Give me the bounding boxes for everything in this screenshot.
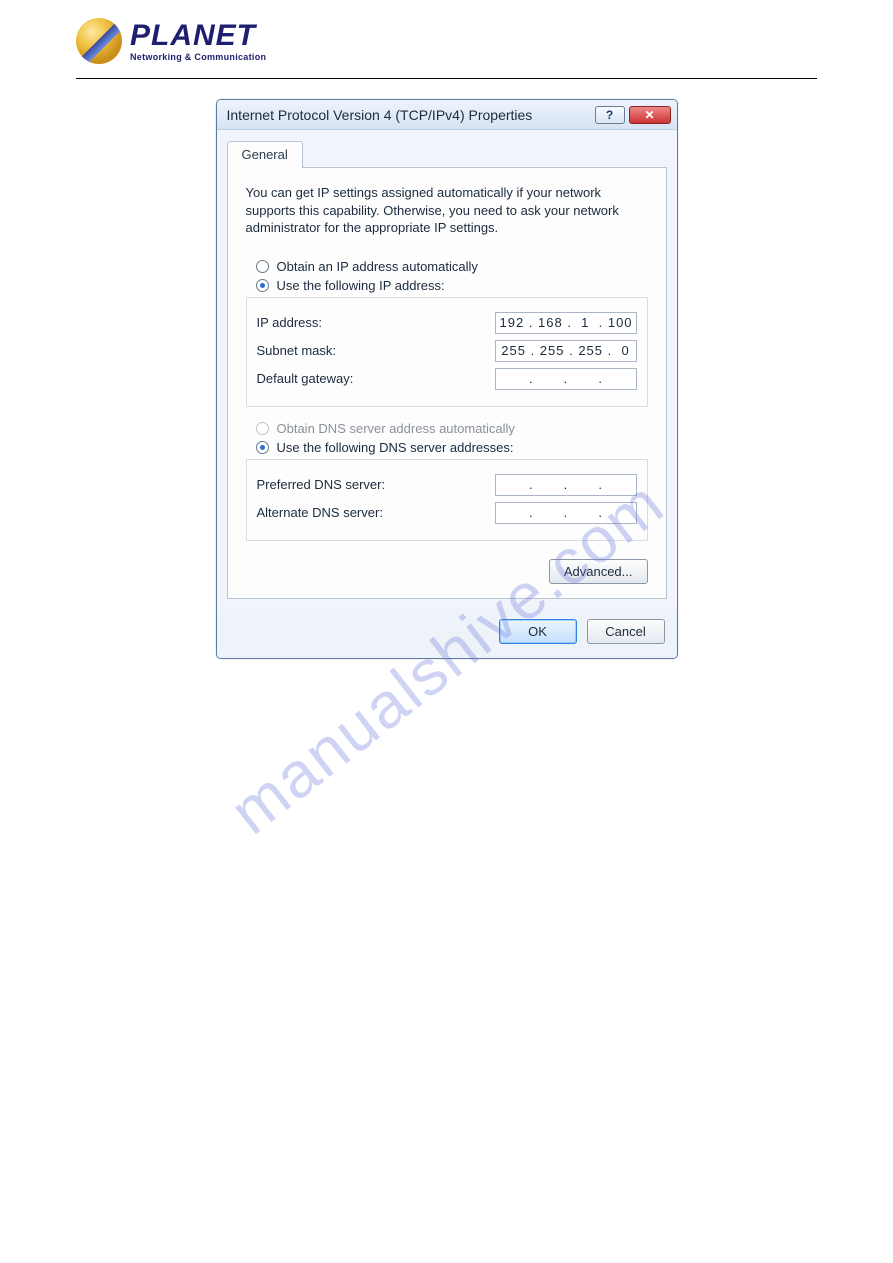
dialog-title: Internet Protocol Version 4 (TCP/IPv4) P… [227,107,591,123]
radio-obtain-dns-auto: Obtain DNS server address automatically [256,421,648,436]
alternate-dns-label: Alternate DNS server: [257,505,495,520]
ip-address-input[interactable] [495,312,637,334]
preferred-dns-input[interactable]: ... [495,474,637,496]
ip-address-label: IP address: [257,315,495,330]
radio-label: Use the following DNS server addresses: [277,440,514,455]
default-gateway-label: Default gateway: [257,371,495,386]
page-header: PLANET Networking & Communication [0,0,893,79]
title-bar: Internet Protocol Version 4 (TCP/IPv4) P… [217,100,677,130]
globe-icon [76,18,122,64]
ok-button[interactable]: OK [499,619,577,644]
tab-label: General [242,147,288,162]
advanced-button[interactable]: Advanced... [549,559,648,584]
radio-use-following-dns[interactable]: Use the following DNS server addresses: [256,440,648,455]
settings-description: You can get IP settings assigned automat… [246,184,648,237]
radio-use-following-ip[interactable]: Use the following IP address: [256,278,648,293]
close-button[interactable]: ✕ [629,106,671,124]
subnet-mask-label: Subnet mask: [257,343,495,358]
radio-label: Obtain DNS server address automatically [277,421,515,436]
help-icon: ? [606,108,613,122]
radio-icon [256,422,269,435]
button-label: Advanced... [564,564,633,579]
close-icon: ✕ [644,108,654,122]
tab-general[interactable]: General [227,141,303,168]
logo-tagline: Networking & Communication [130,53,266,62]
preferred-dns-label: Preferred DNS server: [257,477,495,492]
radio-label: Use the following IP address: [277,278,445,293]
radio-obtain-ip-auto[interactable]: Obtain an IP address automatically [256,259,648,274]
alternate-dns-input[interactable]: ... [495,502,637,524]
button-label: Cancel [605,624,645,639]
ip-address-group: IP address: Subnet mask: Default gateway… [246,297,648,407]
ipv4-properties-dialog: Internet Protocol Version 4 (TCP/IPv4) P… [216,99,678,659]
cancel-button[interactable]: Cancel [587,619,665,644]
tab-strip: General [227,140,667,168]
button-label: OK [528,624,547,639]
subnet-mask-input[interactable] [495,340,637,362]
dns-server-group: Preferred DNS server: ... Alternate DNS … [246,459,648,541]
help-button[interactable]: ? [595,106,625,124]
dialog-footer: OK Cancel [217,609,677,658]
header-divider [76,78,817,79]
radio-icon [256,260,269,273]
radio-label: Obtain an IP address automatically [277,259,478,274]
brand-logo: PLANET Networking & Communication [76,18,817,72]
logo-name: PLANET [130,21,266,51]
tab-panel-general: You can get IP settings assigned automat… [227,168,667,599]
default-gateway-input[interactable]: ... [495,368,637,390]
radio-icon [256,441,269,454]
radio-icon [256,279,269,292]
